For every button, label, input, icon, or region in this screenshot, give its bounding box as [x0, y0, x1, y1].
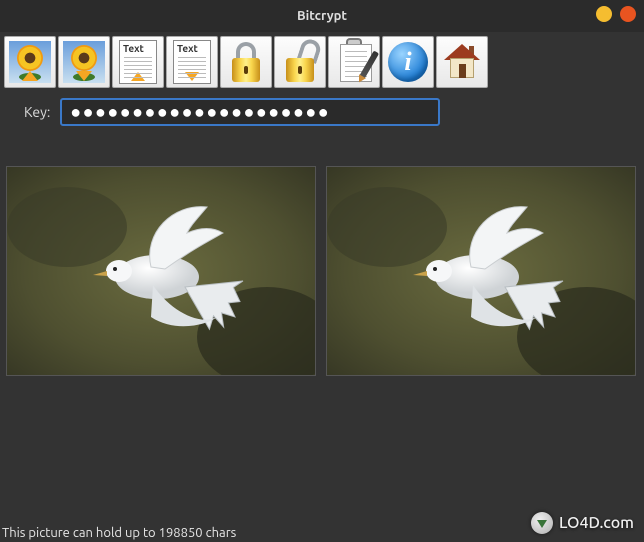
- source-image-panel[interactable]: [6, 166, 316, 376]
- window-title: Bitcrypt: [297, 9, 347, 23]
- toolbar: i: [0, 32, 644, 92]
- compose-icon: [334, 40, 374, 84]
- key-label: Key:: [24, 104, 50, 120]
- client-area: i Key:: [0, 32, 644, 542]
- sunflower-up-icon: [9, 41, 51, 83]
- close-button[interactable]: [620, 6, 636, 22]
- minimize-button[interactable]: [596, 6, 612, 22]
- info-icon: i: [388, 42, 428, 82]
- home-icon: [442, 42, 482, 82]
- padlock-closed-icon: [229, 42, 263, 82]
- encrypt-button[interactable]: [220, 36, 272, 88]
- watermark: LO4D.com: [531, 512, 634, 534]
- save-image-button[interactable]: [58, 36, 110, 88]
- dove-image-icon: [7, 167, 316, 376]
- decrypt-button[interactable]: [274, 36, 326, 88]
- status-bar: This picture can hold up to 198850 chars: [2, 526, 236, 540]
- load-text-button[interactable]: [112, 36, 164, 88]
- load-image-button[interactable]: [4, 36, 56, 88]
- window-controls: [596, 6, 636, 22]
- download-icon: [531, 512, 553, 534]
- titlebar: Bitcrypt: [0, 0, 644, 32]
- text-load-icon: [119, 40, 157, 84]
- key-input[interactable]: [60, 98, 440, 126]
- dove-image-icon: [327, 167, 636, 376]
- save-text-button[interactable]: [166, 36, 218, 88]
- text-save-icon: [173, 40, 211, 84]
- edit-text-button[interactable]: [328, 36, 380, 88]
- output-image-panel[interactable]: [326, 166, 636, 376]
- padlock-open-icon: [283, 42, 317, 82]
- about-button[interactable]: i: [382, 36, 434, 88]
- home-button[interactable]: [436, 36, 488, 88]
- sunflower-down-icon: [63, 41, 105, 83]
- key-row: Key:: [0, 92, 644, 136]
- watermark-text: LO4D.com: [559, 514, 634, 532]
- image-panels: [0, 136, 644, 376]
